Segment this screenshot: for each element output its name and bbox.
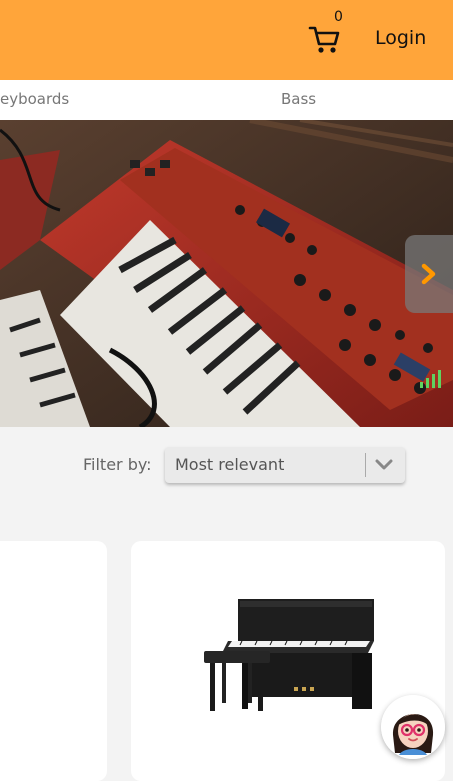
sort-select-value: Most relevant	[175, 455, 285, 474]
sort-select[interactable]: Most relevant	[165, 447, 405, 483]
hero-image-keyboard	[0, 120, 453, 427]
filter-label: Filter by:	[83, 455, 152, 474]
cart-icon	[308, 26, 340, 53]
nav-item-keyboards[interactable]: eyboards	[0, 90, 69, 108]
category-nav: eyboards Bass	[0, 80, 453, 120]
hero-carousel	[0, 120, 453, 427]
product-image-upright-piano	[204, 599, 374, 711]
select-divider	[365, 453, 366, 477]
chat-assistant-avatar[interactable]	[381, 695, 445, 759]
cart-button[interactable]	[308, 22, 342, 56]
login-link[interactable]: Login	[375, 27, 426, 49]
chevron-down-icon	[375, 459, 393, 470]
carousel-next-button[interactable]	[405, 235, 453, 313]
cart-count-badge: 0	[334, 9, 343, 25]
nav-item-bass[interactable]: Bass	[281, 90, 316, 108]
chevron-right-icon	[421, 263, 436, 285]
header: 0 Login	[0, 0, 453, 80]
product-card[interactable]	[0, 541, 107, 781]
avatar-face-icon	[381, 695, 445, 759]
